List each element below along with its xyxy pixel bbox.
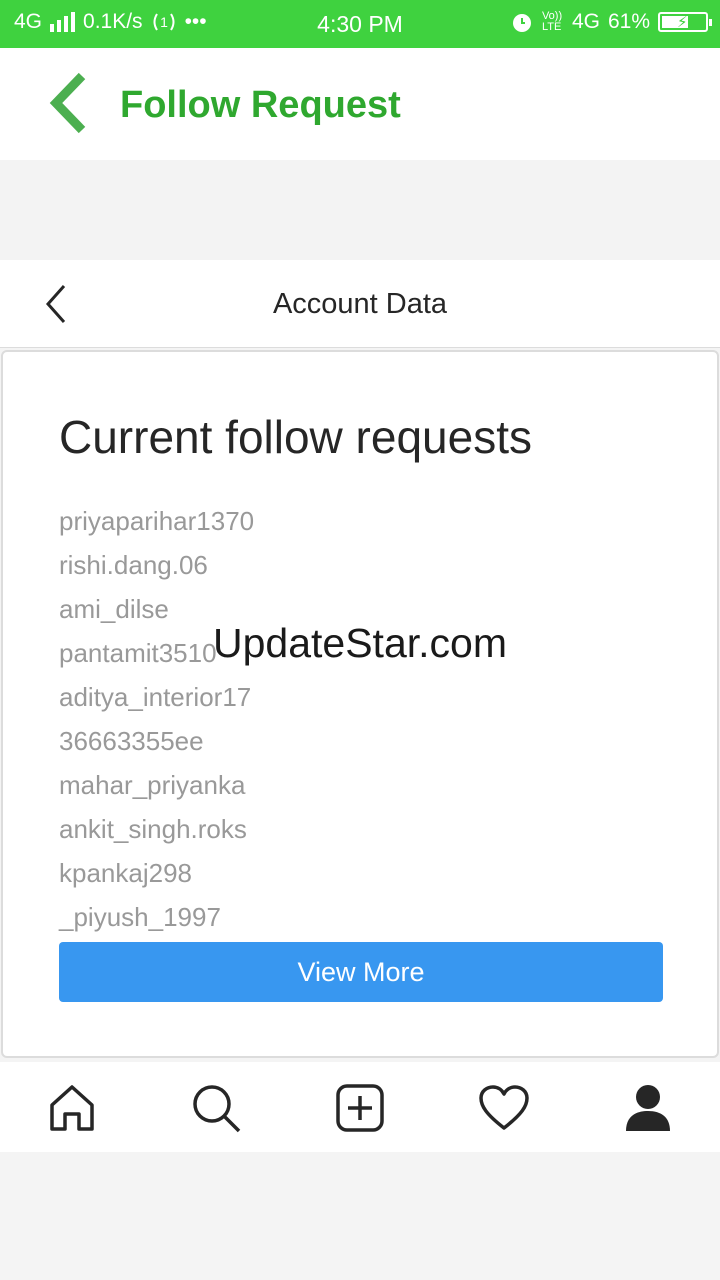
request-item: mahar_priyanka (59, 770, 246, 800)
battery-percent: 61% (607, 10, 650, 33)
home-icon (50, 1085, 94, 1131)
activity-tab[interactable] (476, 1080, 532, 1136)
request-item: kpankaj298 (59, 858, 192, 888)
add-post-tab[interactable] (332, 1080, 388, 1136)
network-type-2: 4G (571, 10, 600, 33)
nav-title: Account Data (272, 288, 448, 320)
heart-icon (479, 1085, 529, 1130)
add-post-icon (336, 1084, 384, 1132)
bottom-tab-bar (0, 1062, 720, 1152)
account-data-nav: Account Data (0, 260, 720, 348)
profile-tab[interactable] (620, 1080, 676, 1136)
watermark: UpdateStar.com (213, 620, 507, 666)
view-more-button[interactable]: View More (59, 942, 663, 1002)
battery-icon: ⚡ (658, 12, 712, 32)
search-icon (193, 1085, 241, 1133)
bottom-blank-area (0, 1152, 720, 1280)
request-item: priyaparihar1370 (59, 506, 255, 536)
volte-label: Vo)) LTE (541, 10, 563, 33)
request-item: aditya_interior17 (59, 682, 252, 712)
status-bar: 4G 0.1K/s 1 ••• 4:30 PM Vo)) LTE 4G 61% … (0, 0, 720, 48)
page-title: Follow Request (120, 84, 401, 126)
status-right: Vo)) LTE 4G 61% ⚡ (510, 10, 712, 34)
search-tab[interactable] (188, 1080, 244, 1136)
profile-icon (626, 1085, 670, 1131)
back-arrow-icon[interactable] (40, 70, 100, 136)
card-heading: Current follow requests (59, 411, 532, 463)
request-item: 36663355ee (59, 726, 204, 756)
follow-requests-card: Current follow requests priyaparihar1370… (1, 350, 719, 1058)
charging-icon: ⚡ (677, 14, 688, 31)
request-item: rishi.dang.06 (59, 550, 208, 580)
spacer-band (0, 160, 720, 260)
alarm-icon (512, 14, 531, 32)
request-list: priyaparihar1370 rishi.dang.06 ami_dilse… (59, 502, 254, 942)
home-tab[interactable] (44, 1080, 100, 1136)
request-item: ankit_singh.roks (59, 814, 247, 844)
request-item: _piyush_1997 (59, 902, 221, 932)
app-header: Follow Request (0, 48, 720, 160)
